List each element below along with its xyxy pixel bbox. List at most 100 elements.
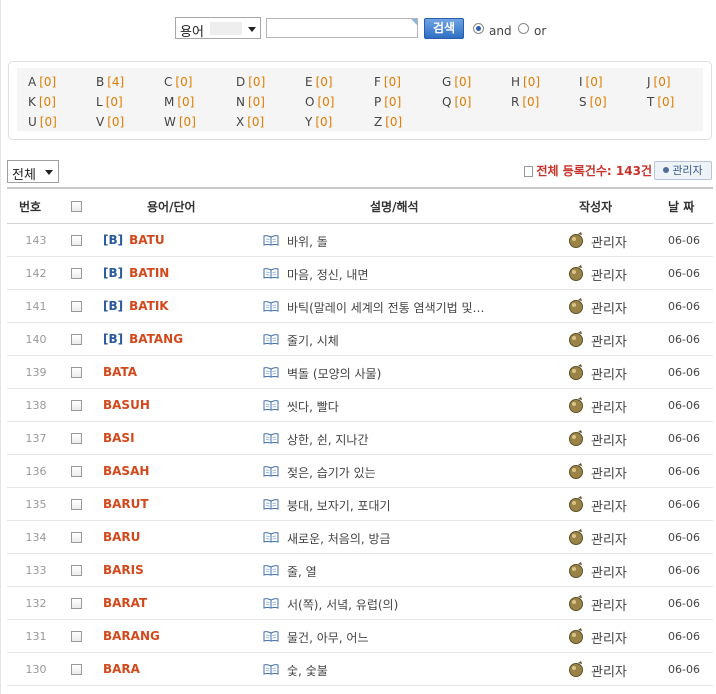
alpha-link-o[interactable]: O [0] — [305, 95, 334, 109]
row-checkbox[interactable] — [71, 499, 82, 510]
row-checkbox[interactable] — [71, 532, 82, 543]
row-checkbox[interactable] — [71, 400, 82, 411]
alpha-letter: M — [164, 95, 175, 109]
row-word-link[interactable]: [B] BATANG — [103, 332, 183, 346]
alpha-link-t[interactable]: T [0] — [647, 95, 674, 109]
alpha-count: [0] — [317, 95, 335, 109]
book-icon — [263, 664, 279, 675]
row-checkbox[interactable] — [71, 565, 82, 576]
alpha-link-y[interactable]: Y [0] — [305, 115, 332, 129]
row-word: BATA — [103, 365, 138, 379]
search-input[interactable] — [266, 18, 418, 38]
alpha-link-x[interactable]: X [0] — [236, 115, 264, 129]
row-checkbox[interactable] — [71, 631, 82, 642]
row-author: 관리자 — [591, 599, 627, 614]
admin-button[interactable]: 관리자 — [654, 161, 712, 180]
category-select[interactable]: 전체 — [7, 160, 59, 183]
row-word-link[interactable]: BARUT — [103, 497, 149, 511]
row-word-link[interactable]: BASUH — [103, 398, 150, 412]
alpha-link-v[interactable]: V [0] — [96, 115, 124, 129]
alpha-link-p[interactable]: P [0] — [374, 95, 401, 109]
alpha-link-n[interactable]: N [0] — [236, 95, 265, 109]
medal-icon — [568, 331, 584, 347]
row-word-link[interactable]: BASI — [103, 431, 135, 445]
row-number: 131 — [25, 630, 47, 643]
select-all-checkbox[interactable] — [71, 201, 82, 212]
row-word-prefix: [B] — [103, 332, 124, 346]
alpha-link-b[interactable]: B [4] — [96, 75, 124, 89]
alpha-count: [0] — [177, 95, 195, 109]
row-checkbox[interactable] — [71, 334, 82, 345]
alpha-link-l[interactable]: L [0] — [96, 95, 123, 109]
alpha-letter: D — [236, 75, 246, 89]
book-icon — [263, 466, 279, 477]
row-checkbox[interactable] — [71, 268, 82, 279]
book-icon — [263, 565, 279, 576]
alpha-count: [0] — [454, 75, 472, 89]
radio-and-label: and — [489, 24, 512, 38]
alpha-link-r[interactable]: R [0] — [511, 95, 539, 109]
row-word: BATIN — [129, 266, 170, 280]
alpha-link-a[interactable]: A [0] — [28, 75, 56, 89]
row-word-prefix: [B] — [103, 299, 124, 313]
row-author: 관리자 — [591, 566, 627, 581]
row-checkbox[interactable] — [71, 301, 82, 312]
row-word-link[interactable]: BATA — [103, 365, 137, 379]
row-word-link[interactable]: BARA — [103, 662, 140, 676]
search-button[interactable]: 검색 — [424, 18, 464, 39]
row-word-link[interactable]: BARIS — [103, 563, 144, 577]
alpha-link-j[interactable]: J [0] — [647, 75, 671, 89]
alpha-link-w[interactable]: W [0] — [164, 115, 196, 129]
row-author: 관리자 — [591, 401, 627, 416]
row-word-link[interactable]: BARAT — [103, 596, 147, 610]
row-checkbox[interactable] — [71, 235, 82, 246]
row-word-link[interactable]: [B] BATIN — [103, 266, 169, 280]
alpha-count: [0] — [107, 115, 125, 129]
row-author: 관리자 — [591, 368, 627, 383]
alpha-count: [0] — [39, 75, 57, 89]
radio-or[interactable] — [518, 23, 529, 34]
book-icon — [263, 499, 279, 510]
row-checkbox[interactable] — [71, 664, 82, 675]
alpha-link-q[interactable]: Q [0] — [442, 95, 471, 109]
alpha-link-d[interactable]: D [0] — [236, 75, 265, 89]
medal-icon — [568, 529, 584, 545]
row-description: 바틱(말레이 세계의 전통 염색기법 및… — [287, 301, 485, 315]
row-word-link[interactable]: BARU — [103, 530, 140, 544]
search-field-select[interactable]: 용어 — [175, 17, 261, 40]
alpha-link-h[interactable]: H [0] — [511, 75, 540, 89]
row-date: 06-06 — [668, 564, 700, 577]
row-word: BASUH — [103, 398, 150, 412]
row-word-link[interactable]: BASAH — [103, 464, 149, 478]
row-checkbox[interactable] — [71, 466, 82, 477]
row-checkbox[interactable] — [71, 433, 82, 444]
alpha-link-c[interactable]: C [0] — [164, 75, 192, 89]
table-row: 132 BARAT 서(쪽), 서녘, 유럽(의) 관리자 06-06 — [7, 587, 713, 620]
row-description: 새로운, 처음의, 방금 — [287, 532, 391, 546]
alpha-link-u[interactable]: U [0] — [28, 115, 57, 129]
alpha-link-e[interactable]: E [0] — [305, 75, 333, 89]
medal-icon — [568, 595, 584, 611]
row-date: 06-06 — [668, 366, 700, 379]
row-checkbox[interactable] — [71, 598, 82, 609]
alpha-count: [0] — [383, 75, 401, 89]
alpha-link-m[interactable]: M [0] — [164, 95, 194, 109]
row-word-link[interactable]: [B] BATU — [103, 233, 165, 247]
table-row: 137 BASI 상한, 쉰, 지나간 관리자 06-06 — [7, 422, 713, 455]
alpha-link-k[interactable]: K [0] — [28, 95, 56, 109]
radio-and[interactable] — [473, 23, 484, 34]
alphabet-index-inner: A [0] B [4] C [0] D [0] E [0] F [0] G [0] H [0] I [0] J [0]… — [17, 68, 703, 131]
alpha-link-z[interactable]: Z [0] — [374, 115, 402, 129]
row-word-link[interactable]: BARANG — [103, 629, 160, 643]
table-row: 139 BATA 벽돌 (모양의 사물) 관리자 06-06 — [7, 356, 713, 389]
alpha-letter: X — [236, 115, 245, 129]
alpha-letter: N — [236, 95, 245, 109]
alpha-link-i[interactable]: I [0] — [579, 75, 603, 89]
row-checkbox[interactable] — [71, 367, 82, 378]
alpha-link-s[interactable]: S [0] — [579, 95, 607, 109]
row-word: BATANG — [129, 332, 184, 346]
row-word-link[interactable]: [B] BATIK — [103, 299, 169, 313]
alpha-link-g[interactable]: G [0] — [442, 75, 471, 89]
alpha-count: [0] — [247, 95, 265, 109]
alpha-link-f[interactable]: F [0] — [374, 75, 401, 89]
